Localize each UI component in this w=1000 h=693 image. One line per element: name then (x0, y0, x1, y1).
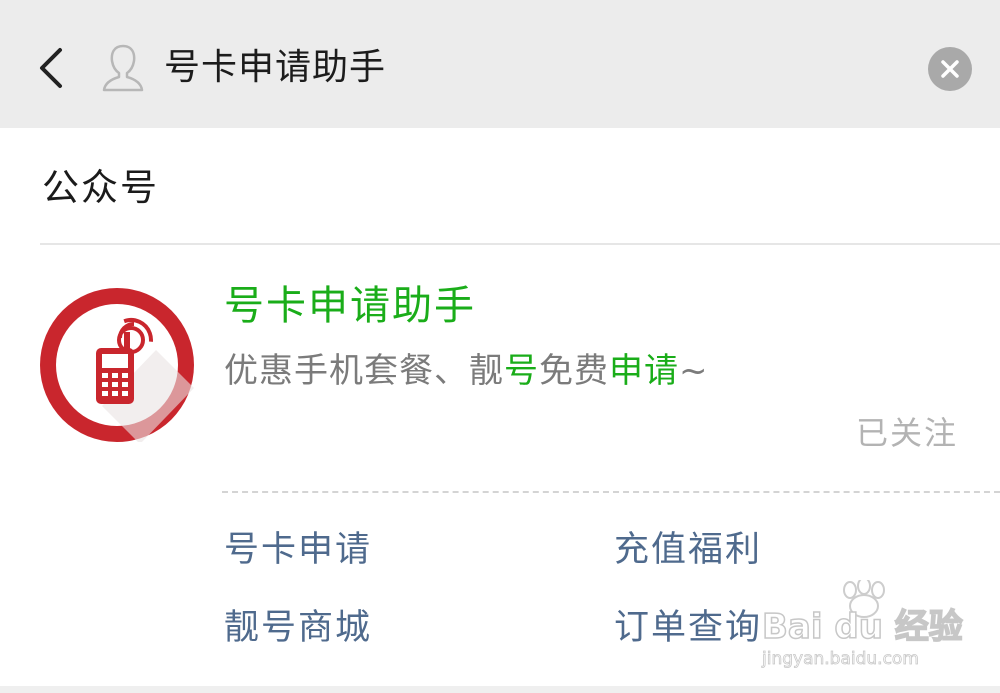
divider (40, 243, 1000, 245)
account-name: 号卡申请助手 (224, 283, 476, 329)
section-title: 公众号 (42, 166, 159, 209)
desc-text: 免费 (539, 351, 609, 391)
chevron-left-icon (40, 48, 62, 88)
desc-highlight: 号 (504, 351, 539, 391)
menu-item-recharge-benefits[interactable]: 充值福利 (614, 524, 762, 576)
desc-highlight: 申请 (609, 351, 679, 391)
dashed-divider (222, 491, 1000, 493)
desc-text: 优惠手机套餐、靓 (224, 351, 504, 391)
bottom-divider (0, 686, 1000, 693)
menu-item-number-mall[interactable]: 靓号商城 (224, 602, 372, 654)
clear-circle-icon (941, 60, 959, 78)
follow-status: 已关注 (855, 414, 958, 452)
search-header: 号卡申请助手 (0, 0, 1000, 128)
watermark-url: jingyan.baidu.com (761, 649, 919, 669)
baidu-jingyan-watermark: Bai du 经验 jingyan.baidu.com (761, 580, 963, 669)
phone-signal-icon (40, 288, 194, 442)
menu-item-apply-card[interactable]: 号卡申请 (224, 524, 372, 576)
back-button[interactable] (26, 40, 74, 96)
search-input[interactable]: 号卡申请助手 (164, 38, 884, 98)
account-description: 优惠手机套餐、靓号免费申请~ (224, 346, 709, 396)
watermark-brand: Bai du 经验 (762, 607, 963, 647)
clear-search-button[interactable] (928, 47, 972, 91)
person-outline-icon (102, 44, 144, 92)
official-account-result[interactable]: 号卡申请助手 优惠手机套餐、靓号免费申请~ 已关注 (0, 246, 1000, 486)
menu-item-order-query[interactable]: 订单查询 (614, 602, 762, 654)
desc-text: ~ (679, 351, 709, 391)
